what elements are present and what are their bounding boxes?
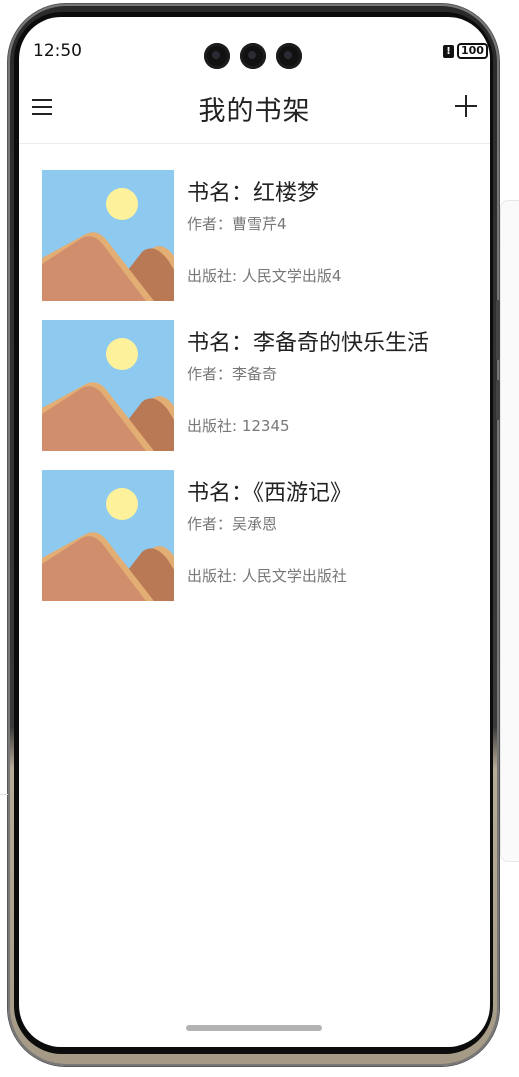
book-publisher: 出版社: 人民文学出版4	[187, 267, 342, 285]
book-author: 作者：李备奇	[187, 365, 278, 383]
book-title: 书名：李备奇的快乐生活	[187, 331, 430, 356]
book-author: 作者：曹雪芹4	[187, 215, 287, 233]
alert-icon: !	[443, 44, 454, 58]
camera-icon	[276, 43, 302, 69]
book-publisher: 出版社: 12345	[187, 417, 290, 435]
home-indicator[interactable]	[186, 1025, 322, 1031]
battery-icon: 100	[457, 43, 488, 59]
book-title: 书名：红楼梦	[187, 181, 320, 206]
status-bar: 12:50 ! 100	[19, 17, 490, 77]
page-title: 我的书架	[198, 96, 311, 127]
camera-icon	[204, 43, 230, 69]
book-author: 作者：吴承恩	[187, 515, 278, 533]
status-time: 12:50	[33, 41, 82, 61]
book-item[interactable]: 书名：红楼梦作者：曹雪芹4 出版社: 人民文学出版4	[42, 167, 482, 301]
book-publisher: 出版社: 人民文学出版社	[187, 567, 347, 585]
background-divider	[0, 794, 8, 795]
book-item[interactable]: 书名：《西游记》作者：吴承恩出版社: 人民文学出版社	[42, 467, 482, 601]
app-screen: 12:50 ! 100 我的书架 书名：红楼梦作者：曹雪芹4 出版社: 人民文学出…	[19, 17, 490, 1047]
plus-icon[interactable]	[455, 95, 477, 117]
landscape-image-icon	[42, 320, 174, 451]
book-title: 书名：《西游记》	[187, 481, 353, 506]
landscape-image-icon	[42, 170, 174, 301]
battery-indicator: ! 100	[443, 43, 490, 59]
background-panel	[500, 200, 519, 862]
book-item[interactable]: 书名：李备奇的快乐生活作者：李备奇 出版社: 12345	[42, 317, 482, 451]
nav-bar: 我的书架	[19, 79, 490, 144]
camera-icon	[240, 43, 266, 69]
landscape-image-icon	[42, 470, 174, 601]
